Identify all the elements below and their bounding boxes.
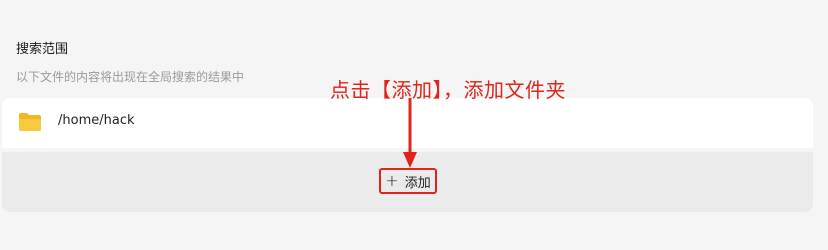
section-description: 以下文件的内容将出现在全局搜索的结果中 <box>16 70 245 84</box>
plus-icon: + <box>385 171 399 190</box>
folder-icon <box>18 112 42 132</box>
annotation-arrow <box>403 98 417 168</box>
add-button-label: 添加 <box>404 175 431 191</box>
annotation-text: 点击【添加】，添加文件夹 <box>330 78 566 102</box>
add-button[interactable]: + 添加 <box>379 168 437 194</box>
section-title: 搜索范围 <box>16 42 69 57</box>
path-label: /home/hack <box>58 113 135 128</box>
